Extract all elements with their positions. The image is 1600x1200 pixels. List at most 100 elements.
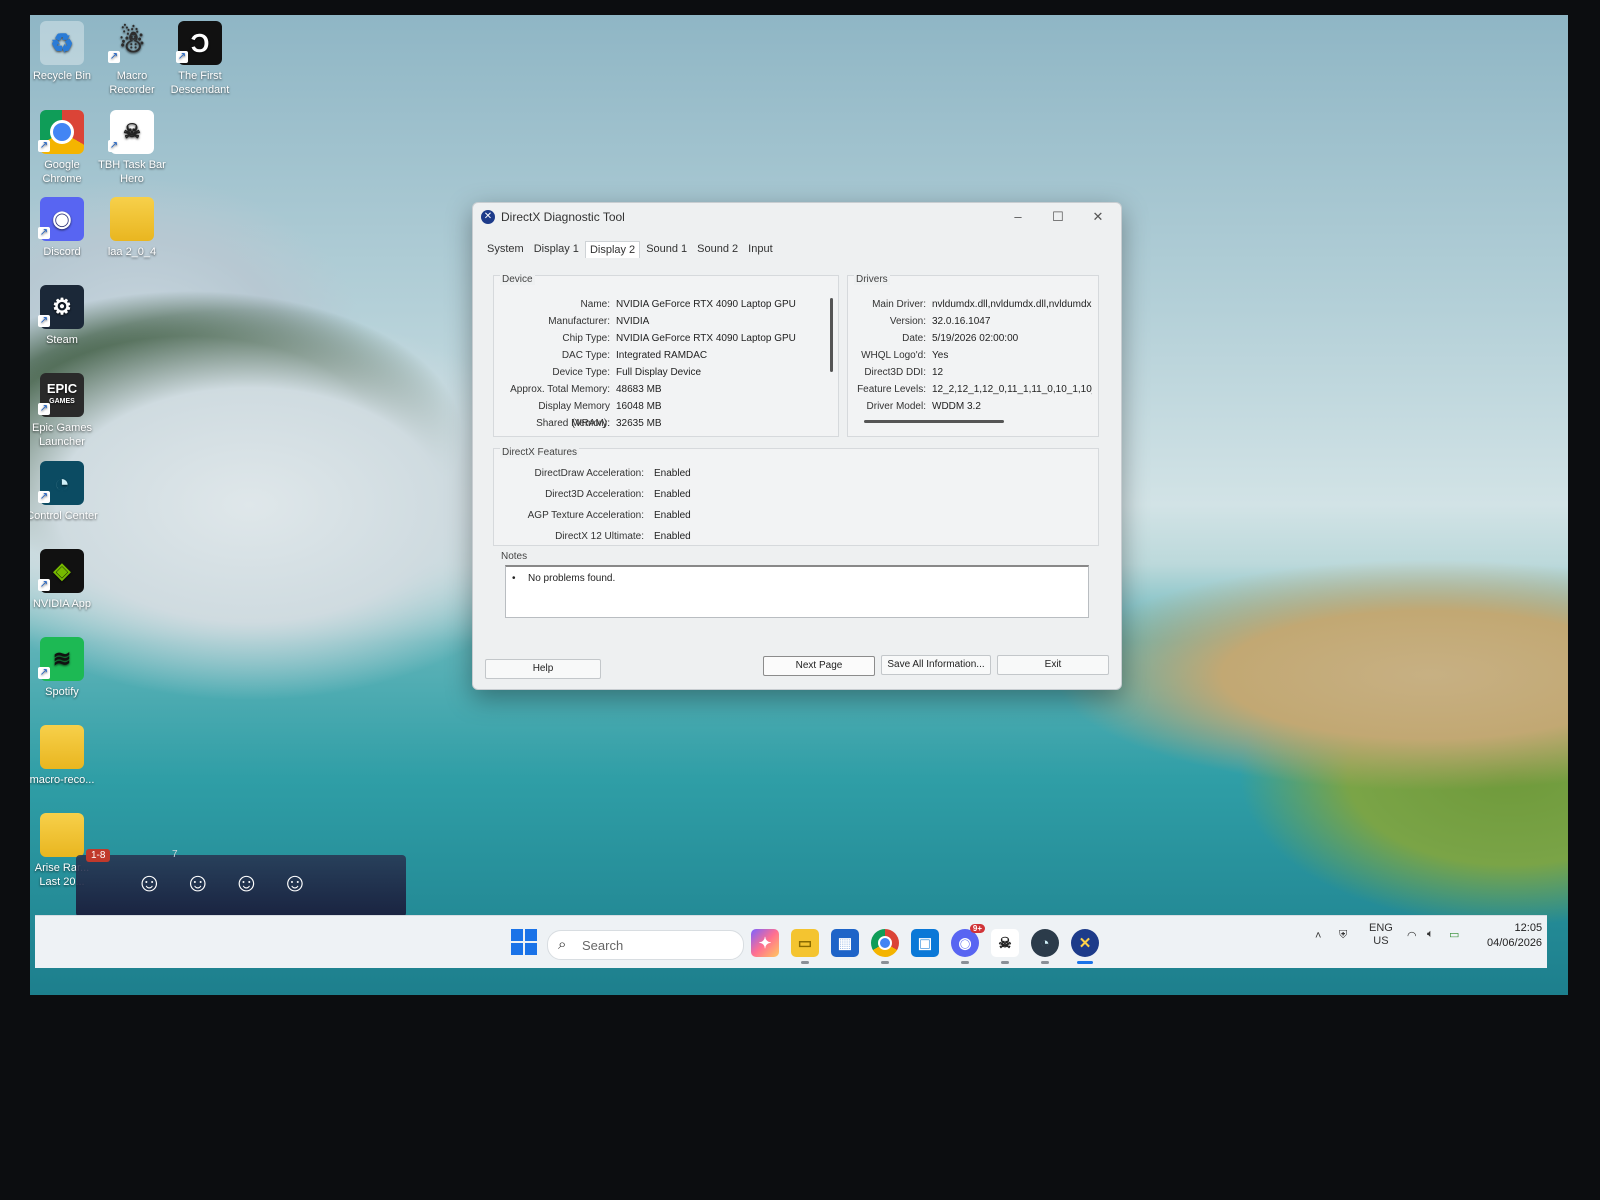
tab-input[interactable]: Input xyxy=(744,241,776,258)
driver-model-label: Driver Model: xyxy=(866,401,926,412)
desktop-icon-label: Macro Recorder xyxy=(109,70,155,96)
desktop-icon-label: laa 2_0_4 xyxy=(107,246,157,258)
driver-version-value: 32.0.16.1047 xyxy=(932,316,991,327)
desktop-icon-spotify[interactable]: ≋ ↗ Spotify xyxy=(30,637,98,699)
dxdiag-taskbar-icon[interactable]: ✕ xyxy=(1071,929,1099,964)
language-indicator[interactable]: ENG US xyxy=(1369,922,1393,948)
save-all-information-button[interactable]: Save All Information... xyxy=(881,655,991,675)
desktop-icon-macro-recorder[interactable]: ☃ ↗ Macro Recorder xyxy=(96,21,168,97)
title-bar[interactable]: ✕ DirectX Diagnostic Tool – ☐ ✕ xyxy=(473,203,1121,231)
security-icon[interactable]: ⛨ xyxy=(1339,929,1347,942)
tab-system[interactable]: System xyxy=(483,241,528,258)
driver-date-label: Date: xyxy=(902,333,926,344)
feature-levels-label: Feature Levels: xyxy=(857,384,926,395)
dac-type-row: DAC Type: Integrated RAMDAC xyxy=(500,347,826,364)
desktop-icon-label: Discord xyxy=(43,246,81,258)
wifi-icon[interactable]: ◠ xyxy=(1407,929,1417,942)
battery-icon[interactable]: ▭ xyxy=(1449,928,1459,941)
device-scrollbar[interactable] xyxy=(830,298,833,372)
desktop-icon-laa-folder[interactable]: laa 2_0_4 xyxy=(96,197,168,259)
directdraw-row: DirectDraw Acceleration: Enabled xyxy=(500,465,734,482)
recycle-bin-icon: ♻ xyxy=(40,21,84,65)
device-type-label: Device Type: xyxy=(552,367,610,378)
desktop: ♻ Recycle Bin ☃ ↗ Macro Recorder Ɔ ↗ The… xyxy=(30,15,1568,995)
chrome-taskbar-icon[interactable] xyxy=(871,929,899,964)
file-explorer-taskbar-icon[interactable]: ▭ xyxy=(791,929,819,964)
game-level-badge: 1-8 xyxy=(86,849,111,862)
clock[interactable]: 12:05 04/06/2026 xyxy=(1487,921,1542,951)
game-overlay-widget[interactable]: 1-8 7 ☺☺☺☺ xyxy=(76,849,406,917)
language-code: ENG xyxy=(1369,922,1393,934)
tab-display-2[interactable]: Display 2 xyxy=(584,241,641,258)
tbh-taskbar-icon[interactable]: ☠ xyxy=(991,929,1019,964)
desktop-icon-label: Steam xyxy=(46,334,78,346)
maximize-button[interactable]: ☐ xyxy=(1041,207,1075,227)
start-button[interactable] xyxy=(511,929,537,955)
volume-icon[interactable]: 🔈︎ xyxy=(1427,928,1434,941)
manufacturer-label: Manufacturer: xyxy=(548,316,610,327)
shortcut-arrow-icon: ↗ xyxy=(38,315,50,327)
device-type-value: Full Display Device xyxy=(616,367,702,378)
copilot-taskbar-icon[interactable]: ✦ xyxy=(751,929,779,957)
game-counter: 7 xyxy=(172,849,178,860)
show-hidden-icons-chevron-icon[interactable]: ˄ xyxy=(1315,930,1321,942)
tab-sound-2[interactable]: Sound 2 xyxy=(693,241,742,258)
drivers-group: Drivers Main Driver: nvldumdx.dll,nvldum… xyxy=(847,274,1099,437)
shortcut-arrow-icon: ↗ xyxy=(38,579,50,591)
clock-time: 12:05 xyxy=(1514,922,1543,934)
discord-taskbar-icon[interactable]: ◉ 9+ xyxy=(951,924,985,964)
desktop-icon-recycle-bin[interactable]: ♻ Recycle Bin xyxy=(30,21,98,83)
desktop-icon-nvidia-app[interactable]: ◈ ↗ NVIDIA App xyxy=(30,549,98,611)
main-driver-label: Main Driver: xyxy=(872,299,926,310)
remote-desktop-taskbar-icon[interactable]: ▣ xyxy=(911,929,939,957)
direct3d-value: Enabled xyxy=(654,489,691,500)
exit-button[interactable]: Exit xyxy=(997,655,1109,675)
total-memory-row: Approx. Total Memory: 48683 MB xyxy=(500,381,826,398)
search-icon: ⌕ xyxy=(558,936,567,953)
d3d-ddi-row: Direct3D DDI: 12 xyxy=(852,364,1092,381)
desktop-icon-label: Epic Games Launcher xyxy=(32,422,92,448)
dxdiag-window: ✕ DirectX Diagnostic Tool – ☐ ✕ System D… xyxy=(472,202,1122,690)
help-button[interactable]: Help xyxy=(485,659,601,679)
epic-logo-text: EPIC xyxy=(46,381,78,396)
desktop-icon-control-center[interactable]: ◔ ↗ Control Center xyxy=(30,461,98,523)
close-button[interactable]: ✕ xyxy=(1081,207,1115,227)
chip-type-label: Chip Type: xyxy=(562,333,610,344)
notes-box[interactable]: • No problems found. xyxy=(505,565,1089,618)
chip-type-value: NVIDIA GeForce RTX 4090 Laptop GPU xyxy=(616,333,796,344)
main-driver-row: Main Driver: nvldumdx.dll,nvldumdx.dll,n… xyxy=(852,296,1092,313)
desktop-icon-tbh-task-bar-hero[interactable]: ☠ ↗ TBH Task Bar Hero xyxy=(96,110,168,186)
device-type-row: Device Type: Full Display Device xyxy=(500,364,826,381)
control-center-taskbar-icon[interactable]: ◔ xyxy=(1031,929,1059,964)
desktop-icon-label: Spotify xyxy=(45,686,79,698)
d3d-ddi-value: 12 xyxy=(932,367,944,378)
notes-label: Notes xyxy=(499,551,530,562)
drivers-scrollbar[interactable] xyxy=(864,420,1004,423)
taskbar-search[interactable]: ⌕ Search xyxy=(547,930,744,960)
driver-version-row: Version: 32.0.16.1047 xyxy=(852,313,1092,330)
epic-logo-subtext: GAMES xyxy=(49,398,75,405)
feature-levels-row: Feature Levels: 12_2,12_1,12_0,11_1,11_0… xyxy=(852,381,1092,398)
desktop-icon-macro-reco-folder[interactable]: macro-reco... xyxy=(30,725,98,787)
desktop-icon-label: Google Chrome xyxy=(42,159,82,185)
desktop-icon-the-first-descendant[interactable]: Ɔ ↗ The First Descendant xyxy=(164,21,236,97)
folder-icon xyxy=(110,197,154,241)
total-memory-value: 48683 MB xyxy=(616,384,662,395)
desktop-icon-epic-games[interactable]: EPIC GAMES ↗ Epic Games Launcher xyxy=(30,373,98,449)
desktop-icon-steam[interactable]: ⚙ ↗ Steam xyxy=(30,285,98,347)
desktop-icon-discord[interactable]: ◉ ↗ Discord xyxy=(30,197,98,259)
next-page-button[interactable]: Next Page xyxy=(763,656,875,676)
notes-bullet: • xyxy=(512,573,516,584)
dac-type-value: Integrated RAMDAC xyxy=(616,350,708,361)
tab-sound-1[interactable]: Sound 1 xyxy=(642,241,691,258)
microsoft-store-taskbar-icon[interactable]: ▦ xyxy=(831,929,859,957)
tab-display-1[interactable]: Display 1 xyxy=(530,241,583,258)
desktop-icon-label: Recycle Bin xyxy=(32,70,92,82)
driver-date-value: 5/19/2026 02:00:00 xyxy=(932,333,1019,344)
minimize-button[interactable]: – xyxy=(1001,207,1035,227)
device-group: Device Name: NVIDIA GeForce RTX 4090 Lap… xyxy=(493,274,839,437)
desktop-icon-google-chrome[interactable]: ↗ Google Chrome xyxy=(30,110,98,186)
shortcut-arrow-icon: ↗ xyxy=(38,403,50,415)
driver-version-label: Version: xyxy=(889,316,926,327)
shortcut-arrow-icon: ↗ xyxy=(176,51,188,63)
